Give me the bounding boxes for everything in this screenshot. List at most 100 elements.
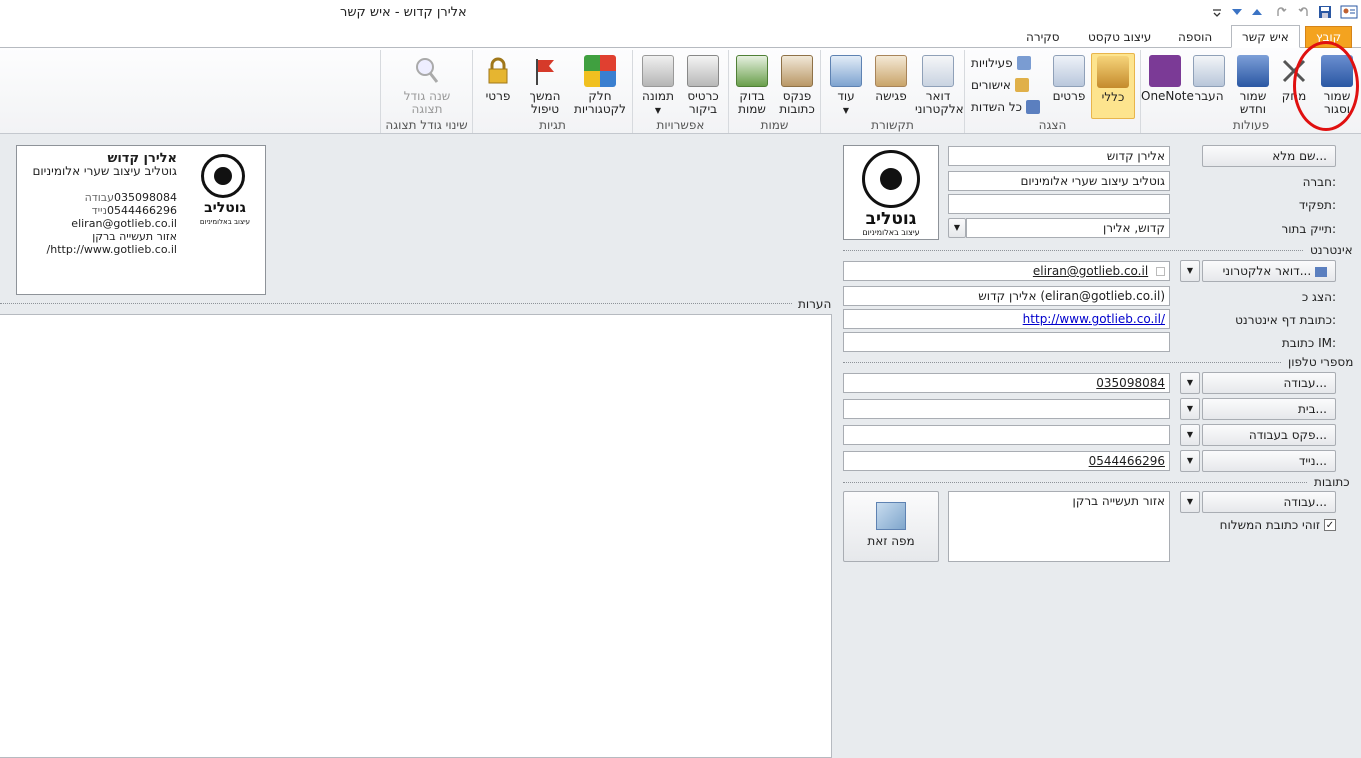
map-icon [876,502,906,530]
tab-review[interactable]: סקירה [1016,26,1070,48]
fax-button[interactable]: פקס בעבודה... [1202,424,1336,446]
file-as-dropdown[interactable]: ▼ [948,218,966,238]
check-names-button[interactable]: בדוק שמות [731,53,773,117]
next-item-icon[interactable] [1228,3,1246,21]
photo-logo-name: גוטליב [865,209,917,229]
full-name-button[interactable]: שם מלא... [1202,145,1336,167]
job-title-field[interactable] [948,194,1170,214]
card-work-label: עבודה [84,191,114,204]
group-options: כרטיס ביקור תמונה ▼ אפשרויות [632,50,728,133]
zoom-button[interactable]: שנה גודל תצוגה [399,53,455,117]
mobile-button[interactable]: נייד... [1202,450,1336,472]
work-phone-dropdown[interactable]: ▼ [1180,372,1200,394]
email-icon [922,55,954,87]
work-phone-value: 035098084 [1096,376,1165,390]
tab-contact[interactable]: איש קשר [1231,25,1300,48]
flag-icon [529,55,561,87]
address-field[interactable]: אזור תעשייה ברקן [948,491,1170,562]
notes-area[interactable] [0,314,832,758]
forward-label: העבר [1194,89,1224,103]
picture-button[interactable]: תמונה ▼ [637,53,679,117]
group-communicate-label: תקשורת [871,118,914,132]
map-button[interactable]: מפה זאת [843,491,939,562]
address-book-button[interactable]: פנקס כתובות [775,53,819,117]
ribbon-tabs: קובץ איש קשר הוספה עיצוב טקסט סקירה [0,25,1361,48]
customize-qat-icon[interactable] [1208,3,1226,21]
zoom-label: שנה גודל תצוגה [403,89,451,116]
company-field[interactable]: גוטליב עיצוב שערי אלומיניום [948,171,1170,191]
private-button[interactable]: פרטי [477,53,519,117]
email-button[interactable]: דואר אלקטרוני [915,53,964,117]
window-title: אלירן קדוש - איש קשר [340,5,467,20]
full-name-field[interactable]: אלירן קדוש [948,146,1170,166]
certificates-button[interactable]: אישורים [971,75,1029,95]
save-icon[interactable] [1316,3,1334,21]
save-new-label: שמור וחדש [1239,89,1267,116]
undo-icon[interactable] [1295,3,1313,21]
mobile-field[interactable]: 0544466296 [843,451,1170,471]
group-names-label: שמות [760,118,789,132]
mobile-dropdown[interactable]: ▼ [1180,450,1200,472]
mailing-address-checkbox[interactable]: ✓ [1324,519,1336,531]
contact-photo[interactable]: גוטליב עיצוב באלומיניום [843,145,939,240]
addresses-label: כתובות [1314,475,1350,489]
work-phone-button[interactable]: עבודה... [1202,372,1336,394]
group-options-label: אפשרויות [656,118,705,132]
magnifier-icon [411,55,443,87]
all-fields-button[interactable]: כל השדות [971,97,1041,117]
photo-logo-anvil [880,168,902,190]
tab-insert[interactable]: הוספה [1168,26,1222,48]
email-field[interactable]: eliran@gotlieb.co.il [843,261,1170,281]
file-as-field[interactable]: קדוש, אלירן [966,218,1170,238]
onenote-button[interactable]: OneNote [1141,53,1194,117]
certificates-icon [1014,78,1029,92]
email-check-icon [1156,267,1165,276]
fax-dropdown[interactable]: ▼ [1180,424,1200,446]
title-bar: אלירן קדוש - איש קשר [0,0,1361,26]
forward-button[interactable]: העבר [1189,53,1229,117]
address-type-button[interactable]: עבודה... [1202,491,1336,513]
home-phone-button[interactable]: בית... [1202,398,1336,420]
group-show-label: הצגה [1038,118,1067,132]
onenote-label: OneNote [1141,89,1194,103]
email-type-button[interactable]: דואר אלקטרוני... [1202,260,1336,282]
im-field[interactable] [843,332,1170,352]
tab-format-text[interactable]: עיצוב טקסט [1078,26,1161,48]
card-mobile: 0544466296 [107,204,177,217]
details-button[interactable]: פרטים [1049,53,1089,117]
follow-up-button[interactable]: המשך טיפול [521,53,569,117]
business-card-button[interactable]: כרטיס ביקור [681,53,725,117]
fax-field[interactable] [843,425,1170,445]
redo-icon[interactable] [1272,3,1290,21]
work-phone-field[interactable]: 035098084 [843,373,1170,393]
home-phone-dropdown[interactable]: ▼ [1180,398,1200,420]
web-field[interactable]: http://www.gotlieb.co.il/ [843,309,1170,329]
address-book-label: פנקס כתובות [779,89,815,116]
card-email: eliran@gotlieb.co.il [71,217,177,230]
card-work-phone: 035098084 [114,191,177,204]
activities-button[interactable]: פעילויות [971,53,1031,73]
mailing-address-row: זוהי כתובת המשלוח ✓ [1210,517,1336,533]
email-dropdown[interactable]: ▼ [1180,260,1200,282]
business-card-icon [687,55,719,87]
card-text: אלירן קדוש גוטליב עיצוב שערי אלומיניום 0… [32,152,177,256]
address-dropdown[interactable]: ▼ [1180,491,1200,513]
more-button[interactable]: עוד ▼ [825,53,867,117]
general-label: כללי [1101,90,1125,104]
meeting-button[interactable]: עוד פגישה [869,53,913,117]
home-phone-field[interactable] [843,399,1170,419]
categorize-label: חלק לקטגוריות [574,89,626,116]
internet-label: אינטרנט [1310,243,1353,257]
group-zoom-label: שינוי גודל תצוגה [385,118,468,132]
onenote-icon [1149,55,1181,87]
card-logo-name: גוטליב [204,200,246,216]
previous-item-icon[interactable] [1248,3,1266,21]
categorize-button[interactable]: חלק לקטגוריות [571,53,629,117]
ribbon: שמור וסגור מחק שמור וחדש העבר OneNote פע… [0,48,1361,134]
save-new-icon [1237,55,1269,87]
web-value[interactable]: http://www.gotlieb.co.il/ [1023,312,1165,326]
display-as-field[interactable]: אלירן קדוש (eliran@gotlieb.co.il) [843,286,1170,306]
picture-icon [642,55,674,87]
save-new-button[interactable]: שמור וחדש [1231,53,1275,117]
general-button[interactable]: כללי [1091,53,1135,119]
